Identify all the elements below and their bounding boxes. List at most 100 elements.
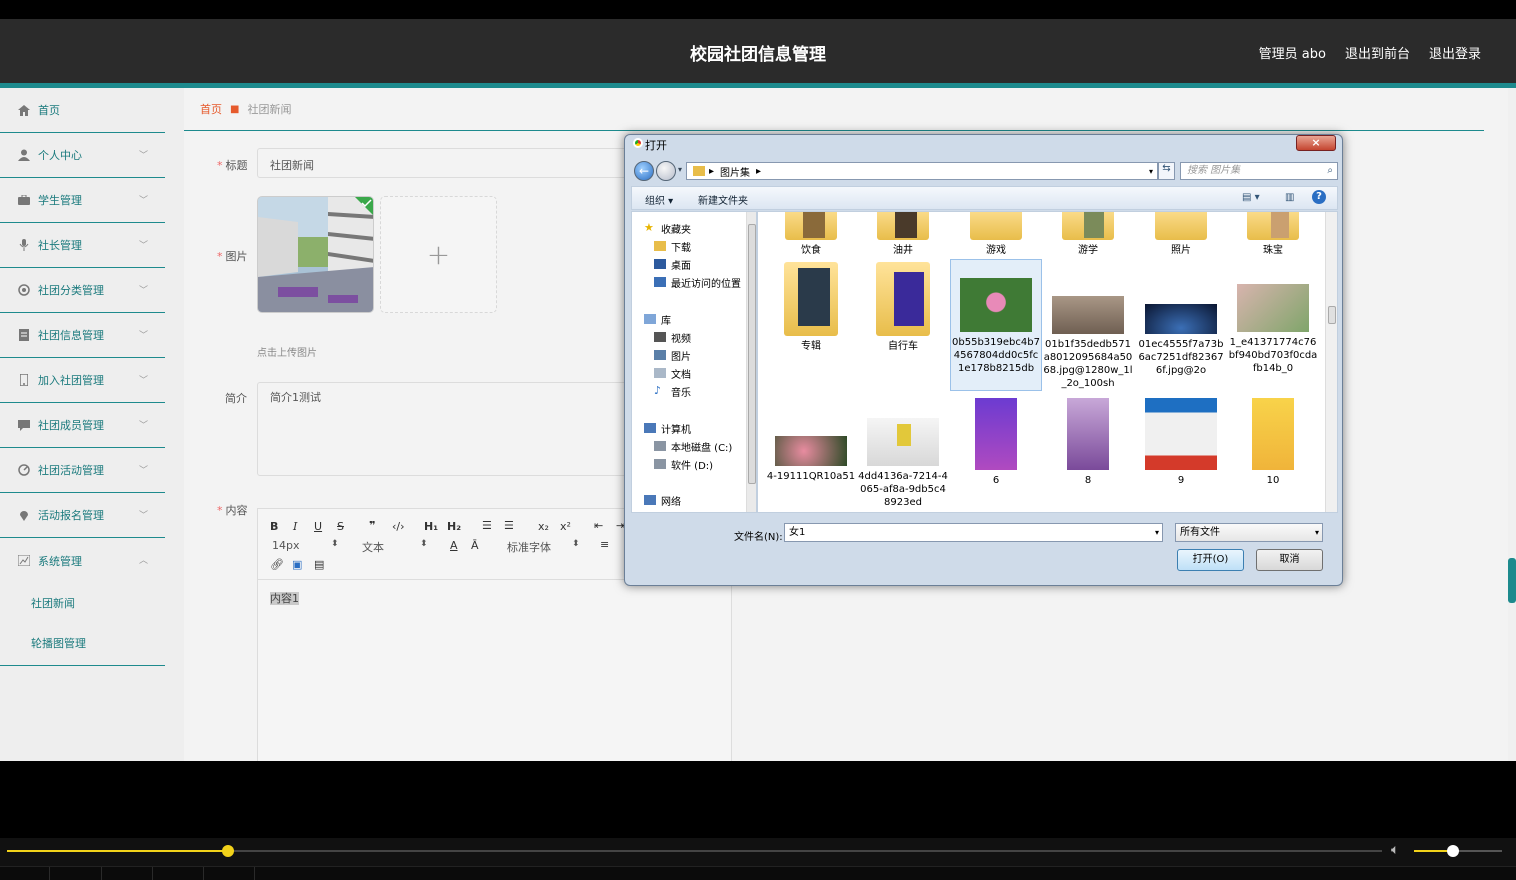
link-icon[interactable]: 🔗︎: [270, 558, 284, 571]
bold-icon[interactable]: B: [270, 520, 278, 533]
text-color-icon[interactable]: A: [450, 539, 458, 552]
nav-computer[interactable]: 计算机: [644, 420, 691, 436]
image-file-item-selected[interactable]: 0b55b319ebc4b74567804dd0c5fc1e178b8215db: [950, 259, 1042, 391]
new-folder-button[interactable]: 新建文件夹: [698, 192, 748, 207]
nav-scrollbar[interactable]: [746, 212, 756, 512]
image-file-item[interactable]: 8: [1043, 398, 1133, 487]
folder-item[interactable]: 油井: [858, 212, 948, 257]
uploaded-image-thumbnail[interactable]: [257, 196, 374, 313]
image-file-item[interactable]: 4dd4136a-7214-4065-af8a-9db5c48923ed: [858, 398, 948, 509]
sidebar-item-club-categories[interactable]: 社团分类管理 ﹀: [0, 268, 165, 313]
refresh-icon[interactable]: ⇆: [1158, 162, 1175, 180]
block-type-select[interactable]: 文本: [362, 539, 384, 555]
forward-arrow-icon[interactable]: [656, 161, 676, 181]
file-list-scrollbar[interactable]: [1325, 212, 1337, 512]
image-file-item[interactable]: 01b1f35dedb571a8012095684a5068.jpg@1280w…: [1043, 262, 1133, 390]
sidebar-item-presidents[interactable]: 社长管理 ﹀: [0, 223, 165, 268]
folder-item[interactable]: 照片: [1136, 212, 1226, 257]
exit-to-front-link[interactable]: 退出到前台: [1345, 43, 1410, 62]
address-dropdown-icon[interactable]: ▾: [1149, 167, 1153, 176]
nav-music[interactable]: ♪ 音乐: [654, 383, 691, 399]
progress-bar[interactable]: [7, 845, 1382, 857]
image-file-item[interactable]: 10: [1228, 398, 1318, 487]
font-family-select[interactable]: 标准字体: [507, 539, 551, 555]
nav-desktop[interactable]: 桌面: [654, 256, 691, 272]
search-input[interactable]: 搜索 图片集 ⌕: [1180, 162, 1338, 180]
sidebar-item-join-club[interactable]: 加入社团管理 ﹀: [0, 358, 165, 403]
filename-input[interactable]: 女1 ▾: [784, 523, 1163, 542]
background-color-icon[interactable]: Ā: [471, 539, 479, 552]
nav-disk-c[interactable]: 本地磁盘 (C:): [654, 438, 732, 454]
folder-item[interactable]: 珠宝: [1228, 212, 1318, 257]
preview-pane-icon[interactable]: ▥: [1285, 192, 1294, 203]
nav-favorites[interactable]: ★ 收藏夹: [644, 220, 691, 236]
sidebar-subitem-club-news[interactable]: 社团新闻: [0, 583, 165, 623]
sidebar-item-club-info[interactable]: 社团信息管理 ﹀: [0, 313, 165, 358]
nav-pictures[interactable]: 图片: [654, 347, 691, 363]
address-bar[interactable]: ▸ 图片集 ▸ ▾: [686, 162, 1158, 180]
cancel-button[interactable]: 取消: [1256, 549, 1323, 571]
align-icon[interactable]: ≡: [600, 538, 609, 551]
nav-recent[interactable]: 最近访问的位置: [654, 274, 741, 290]
folder-item[interactable]: 游学: [1043, 212, 1133, 257]
subscript-icon[interactable]: x₂: [538, 520, 549, 533]
add-image-button[interactable]: +: [380, 196, 497, 313]
video-icon[interactable]: ▤: [314, 558, 324, 571]
breadcrumb-home[interactable]: 首页: [200, 101, 222, 117]
organize-button[interactable]: 组织 ▾: [645, 192, 673, 207]
superscript-icon[interactable]: x²: [560, 520, 571, 533]
view-icon[interactable]: ▤ ▾: [1242, 192, 1260, 203]
image-file-item[interactable]: 6: [951, 398, 1041, 487]
sidebar-item-home[interactable]: 首页: [0, 88, 165, 133]
nav-network[interactable]: 网络: [644, 492, 681, 508]
outdent-icon[interactable]: ⇤: [594, 519, 603, 532]
folder-item[interactable]: 游戏: [951, 212, 1041, 257]
progress-handle[interactable]: [222, 845, 235, 857]
image-file-item[interactable]: 4-19111QR10a51: [766, 398, 856, 483]
help-icon[interactable]: ?: [1312, 190, 1326, 204]
sidebar-item-club-members[interactable]: 社团成员管理 ﹀: [0, 403, 165, 448]
filetype-select[interactable]: 所有文件 ▾: [1175, 523, 1323, 542]
volume-handle[interactable]: [1446, 845, 1459, 857]
dialog-titlebar[interactable]: 打开 ×: [625, 135, 1342, 155]
underline-icon[interactable]: U: [314, 520, 322, 533]
nav-disk-d[interactable]: 软件 (D:): [654, 456, 713, 472]
nav-videos[interactable]: 视频: [654, 329, 691, 345]
open-button[interactable]: 打开(O): [1177, 549, 1244, 571]
image-icon[interactable]: ▣: [292, 558, 302, 571]
font-size-select[interactable]: 14px: [272, 539, 300, 552]
sidebar-item-activity-signup[interactable]: 活动报名管理 ﹀: [0, 493, 165, 538]
heading1-icon[interactable]: H₁: [424, 520, 438, 533]
nav-downloads[interactable]: 下载: [654, 238, 691, 254]
sidebar-item-students[interactable]: 学生管理 ﹀: [0, 178, 165, 223]
folder-item[interactable]: 自行车: [858, 262, 948, 353]
image-file-item[interactable]: 9: [1136, 398, 1226, 487]
logout-link[interactable]: 退出登录: [1429, 43, 1481, 62]
volume-icon[interactable]: 🔈︎: [1391, 842, 1399, 858]
heading2-icon[interactable]: H₂: [447, 520, 461, 533]
folder-item[interactable]: 专辑: [766, 262, 856, 353]
nav-libraries[interactable]: 库: [644, 311, 671, 327]
chevron-down-icon[interactable]: ▾: [1155, 524, 1159, 541]
sidebar-item-club-activities[interactable]: 社团活动管理 ﹀: [0, 448, 165, 493]
italic-icon[interactable]: I: [293, 520, 297, 533]
ordered-list-icon[interactable]: ☰: [482, 519, 492, 532]
nav-documents[interactable]: 文档: [654, 365, 691, 381]
image-file-item[interactable]: 01ec4555f7a73b6ac7251df823676f.jpg@2o: [1136, 262, 1226, 377]
sidebar-item-profile[interactable]: 个人中心 ﹀: [0, 133, 165, 178]
nav-scrollbar-thumb[interactable]: [748, 224, 756, 484]
page-scrollbar[interactable]: [1508, 88, 1516, 761]
sidebar-subitem-carousel[interactable]: 轮播图管理: [0, 623, 165, 663]
page-scrollbar-thumb[interactable]: [1508, 558, 1516, 603]
intro-textarea[interactable]: 简介1测试: [257, 382, 637, 476]
close-button[interactable]: ×: [1296, 135, 1336, 151]
sidebar-item-system[interactable]: 系统管理 ︿: [0, 538, 165, 583]
strikethrough-icon[interactable]: S: [337, 520, 344, 533]
back-arrow-icon[interactable]: ←: [634, 161, 654, 181]
bullet-list-icon[interactable]: ☰: [504, 519, 514, 532]
image-file-item[interactable]: 1_e41371774c76bf940bd703f0cdafb14b_0: [1228, 262, 1318, 375]
folder-item[interactable]: 饮食: [766, 212, 856, 257]
title-input[interactable]: 社团新闻: [257, 148, 637, 178]
file-list-scrollbar-thumb[interactable]: [1328, 306, 1336, 324]
code-icon[interactable]: ‹/›: [392, 520, 405, 533]
